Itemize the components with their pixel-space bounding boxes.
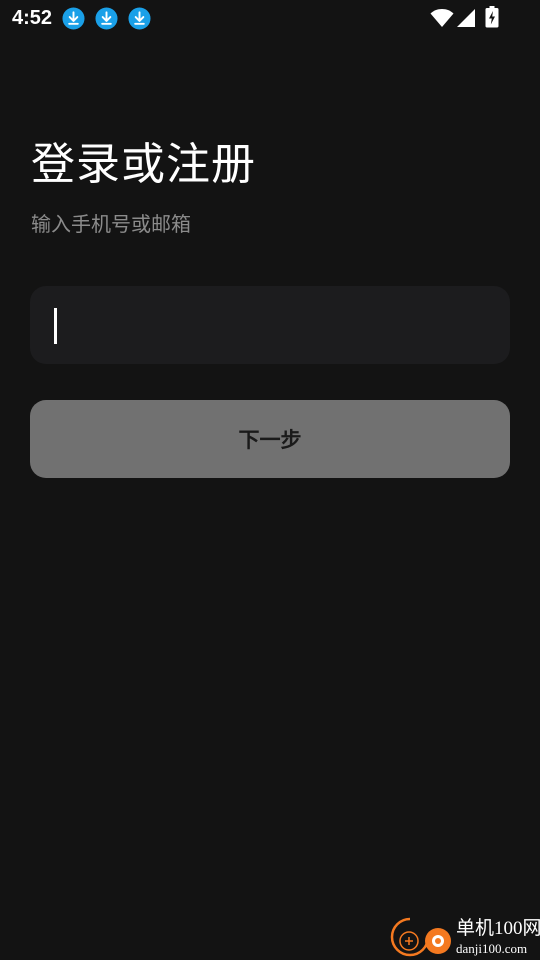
signal-icon (457, 9, 475, 27)
download-icon (62, 7, 85, 30)
download-icon (95, 7, 118, 30)
status-time: 4:52 (12, 7, 53, 29)
wifi-icon (430, 9, 454, 27)
next-button[interactable]: 下一步 (30, 400, 510, 478)
page-title: 登录或注册 (31, 139, 256, 190)
danji100-logo-icon (390, 917, 451, 957)
text-cursor (54, 308, 57, 344)
battery-charging-icon (485, 6, 499, 28)
account-input[interactable] (30, 286, 510, 364)
login-screen: 4:52 登录或注册 输入手机号或邮箱 下一步 单机100网 danji100.… (0, 0, 540, 960)
watermark-text: 单机100网 (456, 918, 540, 939)
watermark: 单机100网 danji100.com (388, 916, 540, 960)
account-input-container[interactable] (30, 286, 510, 364)
watermark-url: danji100.com (456, 941, 528, 956)
download-icon (128, 7, 151, 30)
status-bar: 4:52 (0, 0, 540, 36)
page-subtitle: 输入手机号或邮箱 (31, 212, 191, 236)
